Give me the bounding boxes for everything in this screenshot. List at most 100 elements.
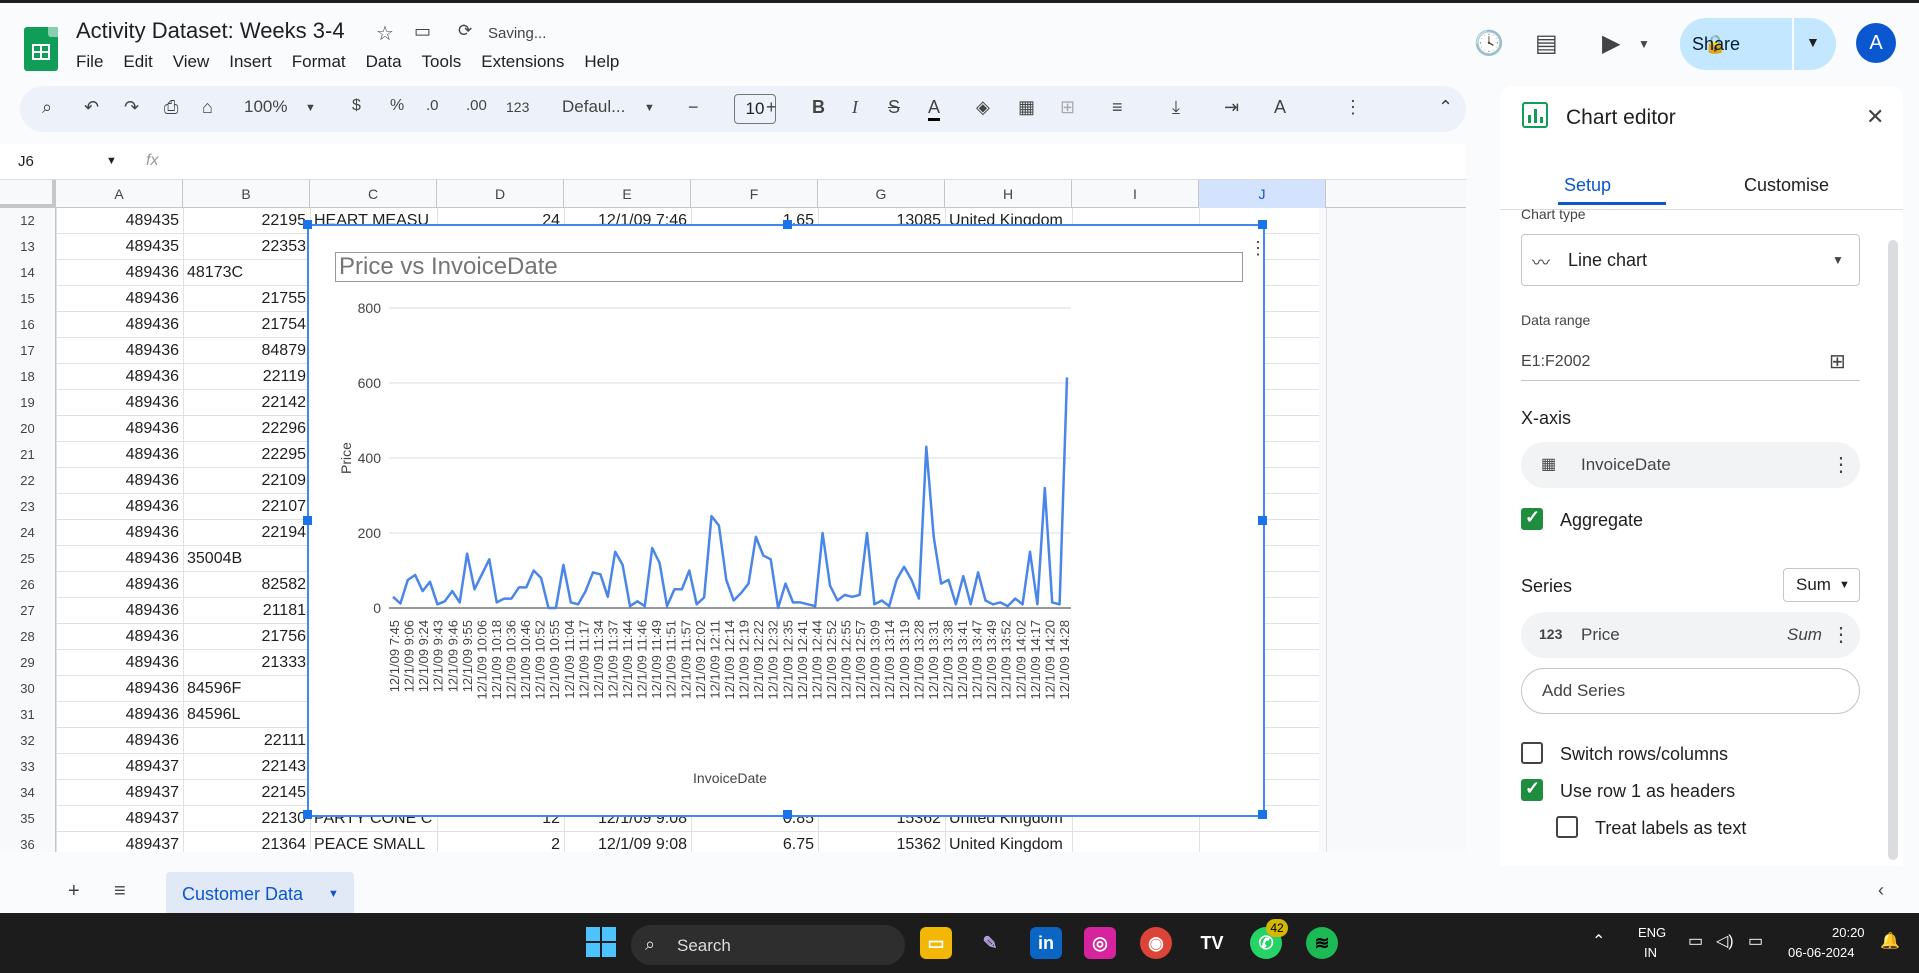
- cell[interactable]: 6.75: [695, 832, 814, 852]
- spotify-icon[interactable]: ≋: [1306, 927, 1338, 959]
- region-label[interactable]: IN: [1644, 945, 1657, 960]
- sheets-logo-icon[interactable]: [24, 27, 58, 71]
- column-header[interactable]: E: [564, 180, 691, 208]
- cell[interactable]: 489436: [60, 468, 179, 494]
- cell[interactable]: 21364: [187, 832, 307, 852]
- row-number[interactable]: 35: [0, 806, 56, 832]
- volume-icon[interactable]: ◁): [1716, 931, 1734, 951]
- column-header[interactable]: F: [691, 180, 818, 208]
- chart-type-select[interactable]: 〰 Line chart ▼: [1521, 234, 1860, 286]
- row-number[interactable]: 20: [0, 416, 56, 442]
- row-number[interactable]: 34: [0, 780, 56, 806]
- row-number[interactable]: 32: [0, 728, 56, 754]
- cell[interactable]: 22143: [187, 754, 307, 780]
- resize-handle[interactable]: [303, 516, 312, 525]
- data-range-input[interactable]: E1:F2002 ⊞: [1521, 341, 1860, 381]
- row-number[interactable]: 30: [0, 676, 56, 702]
- cell[interactable]: 22296: [187, 416, 307, 442]
- row-number[interactable]: 21: [0, 442, 56, 468]
- file-explorer-icon[interactable]: ▭: [920, 927, 952, 959]
- select-all-corner[interactable]: [0, 180, 56, 208]
- use-row1-checkbox[interactable]: [1521, 778, 1543, 801]
- cell[interactable]: 489437: [60, 832, 179, 852]
- column-header[interactable]: C: [310, 180, 437, 208]
- linkedin-icon[interactable]: in: [1030, 927, 1062, 959]
- windows-start-icon[interactable]: [586, 927, 616, 957]
- currency-button[interactable]: $: [352, 97, 361, 115]
- name-box[interactable]: J6: [18, 153, 34, 170]
- cell[interactable]: 489436: [60, 390, 179, 416]
- star-icon[interactable]: ☆: [376, 21, 394, 46]
- print-icon[interactable]: ⎙: [164, 97, 178, 118]
- resize-handle[interactable]: [303, 810, 312, 819]
- menu-extensions[interactable]: Extensions: [481, 52, 564, 72]
- cell[interactable]: 35004B: [187, 546, 306, 572]
- menu-view[interactable]: View: [173, 52, 210, 72]
- column-header[interactable]: J: [1199, 180, 1326, 208]
- instagram-icon[interactable]: ◎: [1084, 927, 1116, 959]
- cell[interactable]: 22142: [187, 390, 307, 416]
- row-number[interactable]: 25: [0, 546, 56, 572]
- cell[interactable]: 489436: [60, 260, 179, 286]
- history-icon[interactable]: 🕓: [1474, 29, 1504, 58]
- sidebar-scrollbar[interactable]: [1888, 240, 1898, 860]
- menu-tools[interactable]: Tools: [422, 52, 462, 72]
- tab-customise[interactable]: Customise: [1744, 175, 1829, 196]
- chrome-icon[interactable]: ◉: [1140, 927, 1172, 959]
- chevron-up-icon[interactable]: ⌃: [1592, 931, 1605, 951]
- close-icon[interactable]: ✕: [1866, 104, 1884, 130]
- cell[interactable]: 489436: [60, 598, 179, 624]
- row-number[interactable]: 17: [0, 338, 56, 364]
- cell[interactable]: 22119: [187, 364, 306, 390]
- cell[interactable]: 21755: [187, 286, 307, 312]
- cell[interactable]: 489437: [60, 806, 179, 832]
- xaxis-field[interactable]: ▦ InvoiceDate ⋮: [1521, 442, 1860, 488]
- row-number[interactable]: 26: [0, 572, 56, 598]
- zoom-dropdown-icon[interactable]: ▼: [305, 102, 316, 114]
- more-options-icon[interactable]: ⋮: [1344, 97, 1362, 118]
- battery-icon[interactable]: ▭: [1748, 931, 1763, 951]
- resize-handle[interactable]: [783, 810, 792, 819]
- row-number[interactable]: 33: [0, 754, 56, 780]
- aggregate-checkbox[interactable]: [1521, 507, 1543, 530]
- cell[interactable]: 489436: [60, 442, 179, 468]
- chart-object[interactable]: Price vs InvoiceDate ⋮ 0 200 400 600 800 12/1…: [303, 220, 1267, 819]
- redo-icon[interactable]: ↷: [124, 97, 139, 118]
- italic-icon[interactable]: I: [852, 97, 858, 118]
- cell[interactable]: 84596L: [187, 702, 306, 728]
- zoom-select[interactable]: 100%: [244, 97, 287, 117]
- feather-app-icon[interactable]: ✎: [974, 927, 1006, 959]
- column-header[interactable]: G: [818, 180, 945, 208]
- network-icon[interactable]: ▭: [1688, 931, 1703, 951]
- cell[interactable]: 489436: [60, 676, 179, 702]
- percent-button[interactable]: %: [390, 97, 404, 115]
- font-size-decrease-icon[interactable]: −: [688, 97, 699, 118]
- series-aggregate-select[interactable]: Sum ▼: [1783, 568, 1860, 602]
- comments-icon[interactable]: ▤: [1535, 29, 1558, 58]
- paint-format-icon[interactable]: ⌂: [202, 97, 213, 118]
- cell[interactable]: 489436: [60, 728, 179, 754]
- row-number[interactable]: 24: [0, 520, 56, 546]
- move-folder-icon[interactable]: ▭: [414, 21, 431, 42]
- menu-insert[interactable]: Insert: [229, 52, 272, 72]
- cell[interactable]: 22195: [187, 208, 307, 234]
- cell[interactable]: 22194: [187, 520, 307, 546]
- row-number[interactable]: 19: [0, 390, 56, 416]
- cell[interactable]: 22107: [187, 494, 307, 520]
- lang-label[interactable]: ENG: [1638, 925, 1666, 940]
- cell[interactable]: 21754: [187, 312, 307, 338]
- cell[interactable]: 22145: [187, 780, 307, 806]
- cell[interactable]: 22111: [187, 728, 306, 754]
- cell[interactable]: 489436: [60, 624, 179, 650]
- font-size-increase-icon[interactable]: +: [766, 97, 777, 118]
- menu-data[interactable]: Data: [366, 52, 402, 72]
- resize-handle[interactable]: [1258, 516, 1267, 525]
- cell[interactable]: 489436: [60, 572, 179, 598]
- cell[interactable]: 12/1/09 9:08: [568, 832, 687, 852]
- clock-time[interactable]: 20:20: [1832, 925, 1865, 940]
- collapse-panel-icon[interactable]: ‹: [1878, 880, 1884, 901]
- column-header[interactable]: D: [437, 180, 564, 208]
- tab-setup[interactable]: Setup: [1564, 175, 1611, 196]
- row-number[interactable]: 36: [0, 832, 56, 852]
- notification-bell-icon[interactable]: 🔔: [1880, 931, 1900, 951]
